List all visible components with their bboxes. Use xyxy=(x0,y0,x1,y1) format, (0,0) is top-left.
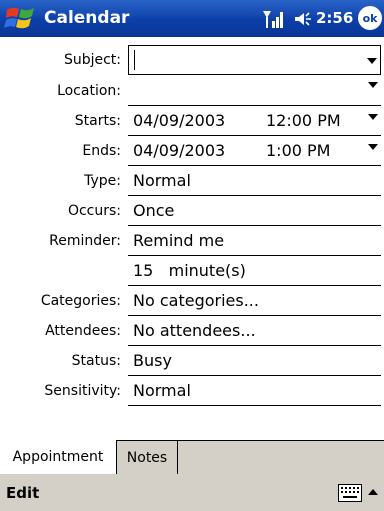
sensitivity-field[interactable]: Normal xyxy=(128,376,381,406)
volume-icon[interactable] xyxy=(293,9,313,29)
occurs-value: Once xyxy=(133,201,175,220)
reminder-value: Remind me xyxy=(133,231,225,250)
clock[interactable]: 2:56 xyxy=(316,9,353,27)
subject-field[interactable] xyxy=(128,45,381,75)
location-label: Location: xyxy=(57,83,121,99)
reminder-row: Reminder: Remind me xyxy=(0,226,384,256)
ends-label: Ends: xyxy=(82,143,121,159)
starts-label: Starts: xyxy=(74,113,121,129)
subject-dropdown-arrow-icon[interactable] xyxy=(367,58,377,64)
sensitivity-row: Sensitivity: Normal xyxy=(0,376,384,406)
type-field[interactable]: Normal xyxy=(128,166,381,196)
menu-bar: Edit xyxy=(0,474,384,511)
start-menu-icon[interactable] xyxy=(4,4,38,33)
type-row: Type: Normal xyxy=(0,166,384,196)
app-title: Calendar xyxy=(44,8,130,28)
location-row: Location: xyxy=(0,76,384,106)
ends-date[interactable]: 04/09/2003 xyxy=(133,141,225,160)
attendees-label: Attendees: xyxy=(45,323,121,339)
subject-label: Subject: xyxy=(63,52,121,68)
occurs-field[interactable]: Once xyxy=(128,196,381,226)
type-label: Type: xyxy=(84,173,121,189)
edit-menu[interactable]: Edit xyxy=(6,484,39,502)
occurs-label: Occurs: xyxy=(67,203,121,219)
starts-date[interactable]: 04/09/2003 xyxy=(133,111,225,130)
attendees-row: Attendees: No attendees... xyxy=(0,316,384,346)
ends-row: Ends: 04/09/2003 1:00 PM xyxy=(0,136,384,166)
tab-strip-filler xyxy=(178,440,384,474)
ends-time-dropdown-arrow-icon[interactable] xyxy=(368,144,378,150)
categories-field[interactable]: No categories... xyxy=(128,286,381,316)
keyboard-icon[interactable] xyxy=(338,484,362,502)
attendees-field[interactable]: No attendees... xyxy=(128,316,381,346)
status-value: Busy xyxy=(133,351,172,370)
tab-strip: Appointment Notes xyxy=(0,440,384,474)
starts-time[interactable]: 12:00 PM xyxy=(266,111,341,130)
sensitivity-label: Sensitivity: xyxy=(44,383,121,399)
reminder-interval-value: 15 minute(s) xyxy=(133,261,246,280)
reminder-interval-field[interactable]: 15 minute(s) xyxy=(128,256,381,286)
sensitivity-value: Normal xyxy=(133,381,191,400)
starts-row: Starts: 04/09/2003 12:00 PM xyxy=(0,106,384,136)
starts-field[interactable]: 04/09/2003 12:00 PM xyxy=(128,106,381,136)
tab-notes[interactable]: Notes xyxy=(117,440,178,474)
attendees-value: No attendees... xyxy=(133,321,256,340)
tab-appointment-label: Appointment xyxy=(12,449,104,465)
text-cursor xyxy=(134,50,135,70)
status-row: Status: Busy xyxy=(0,346,384,376)
ok-button[interactable]: ok xyxy=(358,6,382,30)
tab-appointment[interactable]: Appointment xyxy=(0,440,117,474)
categories-label: Categories: xyxy=(40,293,121,309)
categories-value: No categories... xyxy=(133,291,259,310)
occurs-row: Occurs: Once xyxy=(0,196,384,226)
reminder-field[interactable]: Remind me xyxy=(128,226,381,256)
status-field[interactable]: Busy xyxy=(128,346,381,376)
input-panel-arrow-icon[interactable] xyxy=(367,487,379,497)
location-field[interactable] xyxy=(128,76,381,106)
type-value: Normal xyxy=(133,171,191,190)
reminder-interval-row: 15 minute(s) xyxy=(0,256,384,286)
starts-time-dropdown-arrow-icon[interactable] xyxy=(368,114,378,120)
location-dropdown-arrow-icon[interactable] xyxy=(368,82,378,88)
reminder-label: Reminder: xyxy=(49,233,121,249)
subject-row: Subject: xyxy=(0,45,384,75)
signal-icon[interactable] xyxy=(262,9,284,29)
ends-time[interactable]: 1:00 PM xyxy=(266,141,330,160)
tab-notes-label: Notes xyxy=(126,450,168,466)
categories-row: Categories: No categories... xyxy=(0,286,384,316)
status-label: Status: xyxy=(71,353,121,369)
title-bar: Calendar 2:56 ok xyxy=(0,0,384,37)
ends-field[interactable]: 04/09/2003 1:00 PM xyxy=(128,136,381,166)
ok-label: ok xyxy=(362,11,378,25)
